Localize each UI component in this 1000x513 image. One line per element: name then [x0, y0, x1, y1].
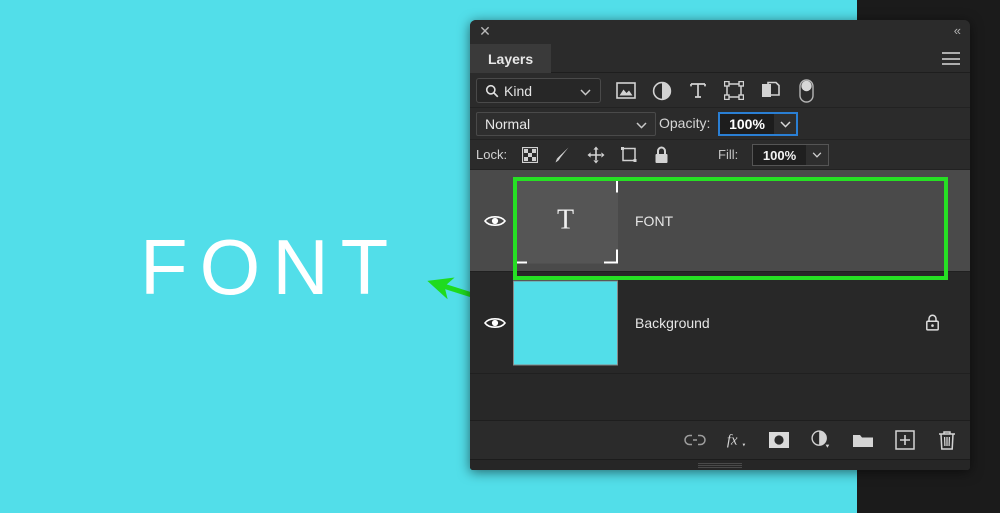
lock-position-icon[interactable]	[586, 146, 605, 165]
layer-visibility-eye-icon[interactable]	[484, 315, 506, 331]
panel-tab-row: Layers	[470, 44, 970, 73]
chevron-down-icon[interactable]	[580, 83, 591, 99]
fill-slider-chevron-icon[interactable]	[806, 144, 829, 166]
new-group-icon[interactable]	[852, 429, 874, 451]
new-adjustment-layer-icon[interactable]	[810, 429, 832, 451]
layer-thumbnail-text[interactable]: T	[513, 178, 618, 263]
add-layer-mask-icon[interactable]	[768, 429, 790, 451]
fill-input[interactable]: 100%	[752, 144, 807, 166]
delete-layer-icon[interactable]	[936, 429, 958, 451]
lock-fill-row: Lock: Fill: 100%	[470, 140, 970, 170]
layer-name-label[interactable]: FONT	[635, 213, 673, 229]
tab-layers-label: Layers	[488, 50, 534, 67]
layer-list: T FONT Background	[470, 170, 970, 420]
link-layers-icon[interactable]	[684, 429, 706, 451]
opacity-input[interactable]: 100%	[718, 112, 776, 136]
panel-bottom-toolbar: fx	[470, 420, 970, 470]
opacity-slider-chevron-icon[interactable]	[774, 112, 798, 136]
canvas-font-text: FONT	[140, 223, 401, 311]
hamburger-menu-icon[interactable]	[942, 52, 960, 65]
filter-kind-label: Kind	[504, 82, 533, 99]
layer-style-fx-icon[interactable]: fx	[726, 429, 748, 451]
lock-transparent-pixels-icon[interactable]	[520, 146, 539, 165]
panel-resize-strip[interactable]	[470, 459, 970, 470]
bottom-icon-group: fx	[684, 421, 958, 459]
layers-panel: ✕ « Layers Kind Normal Opacity: 100% Loc…	[470, 20, 970, 470]
filter-shape-layers-icon[interactable]	[723, 80, 745, 102]
filter-adjustment-layers-icon[interactable]	[651, 80, 673, 102]
layer-visibility-eye-icon[interactable]	[484, 213, 506, 229]
opacity-label: Opacity:	[659, 115, 711, 131]
panel-titlebar: ✕ «	[470, 20, 970, 44]
table-row[interactable]: Background	[470, 272, 970, 374]
lock-image-pixels-icon[interactable]	[553, 146, 572, 165]
close-icon[interactable]: ✕	[478, 25, 492, 39]
layer-filter-row: Kind	[470, 73, 970, 108]
filter-kind-select[interactable]: Kind	[476, 78, 601, 103]
type-layer-t-icon: T	[556, 204, 575, 236]
panel-resize-grip[interactable]	[698, 463, 742, 468]
chevron-down-icon[interactable]	[636, 116, 647, 132]
screenshot-root: FONT ✕ « Layers Kind Normal Opacity: 100…	[0, 0, 1000, 513]
new-layer-icon[interactable]	[894, 429, 916, 451]
blend-opacity-row: Normal Opacity: 100%	[470, 108, 970, 140]
filter-icon-group	[615, 73, 817, 108]
double-chevron-left-icon[interactable]: «	[954, 24, 961, 38]
blend-mode-select[interactable]: Normal	[476, 112, 656, 136]
tab-layers[interactable]: Layers	[470, 44, 552, 73]
table-row[interactable]: T FONT	[470, 170, 970, 272]
lock-all-icon[interactable]	[652, 146, 671, 165]
filter-pixel-layers-icon[interactable]	[615, 80, 637, 102]
lock-label: Lock:	[476, 147, 508, 162]
filter-toggle-switch[interactable]	[795, 78, 817, 103]
fill-label: Fill:	[718, 147, 739, 162]
layer-thumbnail-background[interactable]	[513, 280, 618, 365]
search-icon	[485, 84, 499, 98]
lock-artboard-nesting-icon[interactable]	[619, 146, 638, 165]
blend-mode-value: Normal	[485, 116, 531, 132]
layer-locked-icon	[924, 314, 940, 332]
filter-smart-object-icon[interactable]	[759, 80, 781, 102]
svg-text:fx: fx	[727, 433, 738, 449]
lock-icon-group	[520, 140, 671, 170]
layer-name-label[interactable]: Background	[635, 315, 710, 331]
filter-type-layers-icon[interactable]	[687, 80, 709, 102]
